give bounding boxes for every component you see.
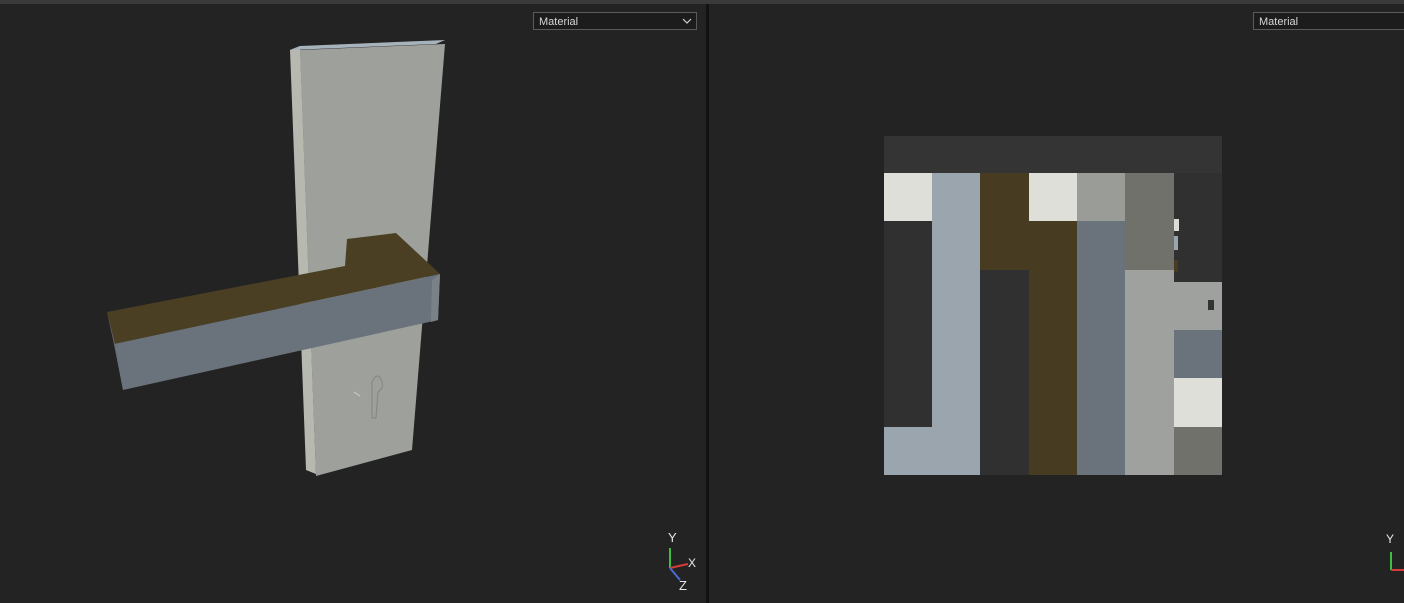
viewport-3d[interactable]: Material Y X Z <box>0 4 706 603</box>
uv-cell <box>1174 282 1222 330</box>
door-handle-model[interactable] <box>0 4 706 603</box>
shading-mode-value: Material <box>539 16 579 28</box>
axis-x-label: X <box>688 556 697 570</box>
uv-cell <box>1174 330 1222 378</box>
uv-cell <box>884 173 932 221</box>
uv-cell <box>1174 378 1222 427</box>
axis-z-label: Z <box>679 578 687 593</box>
viewport-uv[interactable]: Material Y <box>709 4 1404 603</box>
axis-y-label: Y <box>668 530 677 545</box>
uv-top-band <box>884 136 1222 173</box>
chevron-down-icon <box>682 18 692 24</box>
uv-cell <box>884 221 932 427</box>
shading-mode-value-right: Material <box>1259 16 1299 28</box>
uv-cell <box>884 427 932 475</box>
shading-mode-dropdown-right[interactable]: Material <box>1253 12 1404 30</box>
x-axis-line <box>669 563 689 569</box>
uv-cell <box>1077 173 1125 221</box>
axis-gizmo-right <box>1390 552 1404 571</box>
uv-artifact <box>1174 236 1178 250</box>
uv-cell <box>980 173 1029 270</box>
axis-y-label-right: Y <box>1386 532 1395 546</box>
uv-artifact <box>1174 260 1178 272</box>
uv-cell <box>980 270 1029 475</box>
shading-mode-dropdown[interactable]: Material <box>533 12 697 30</box>
uv-cell <box>1029 221 1077 475</box>
uv-cell <box>1125 270 1174 475</box>
uv-cell <box>932 173 980 475</box>
uv-cell <box>1077 221 1125 475</box>
uv-artifact <box>1208 300 1214 310</box>
uv-cell <box>1125 173 1174 270</box>
uv-cell <box>1174 173 1222 282</box>
uv-artifact <box>1174 219 1179 231</box>
uv-texture-map[interactable] <box>709 4 1404 603</box>
uv-cell <box>1174 427 1222 475</box>
uv-cell <box>1029 173 1077 221</box>
handle-right-end-face <box>431 274 440 322</box>
